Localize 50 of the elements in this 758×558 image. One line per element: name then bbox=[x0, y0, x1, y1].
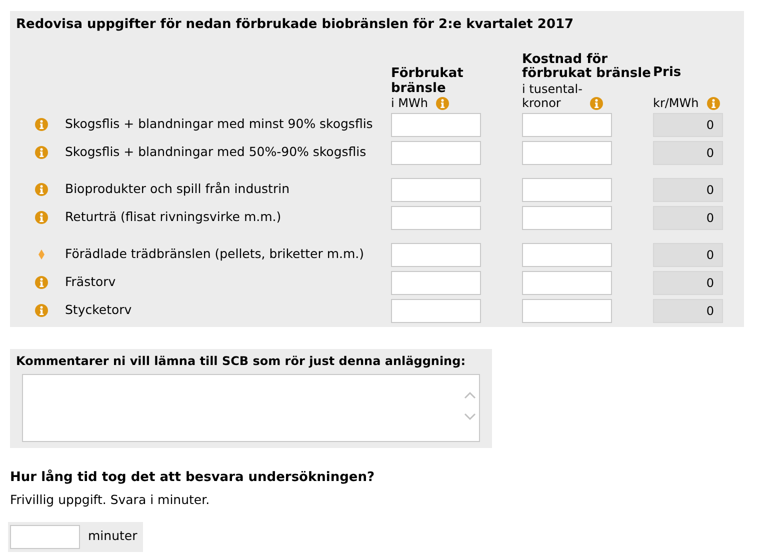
unit-label: i MWh bbox=[391, 96, 428, 110]
fuel-label: Frästorv bbox=[65, 273, 116, 292]
info-icon bbox=[35, 183, 48, 196]
cost-field[interactable] bbox=[522, 242, 612, 266]
info-icon bbox=[35, 211, 48, 224]
fuel-label: Skogsflis + blandningar med minst 90% skogsflis bbox=[65, 115, 373, 134]
unit-label: kr/MWh bbox=[653, 96, 699, 110]
minutes-field[interactable] bbox=[10, 524, 80, 549]
column-header: Förbrukat bränsle bbox=[391, 67, 464, 96]
amount-field[interactable] bbox=[391, 270, 481, 294]
cost-field[interactable] bbox=[522, 112, 612, 136]
column-header: Pris bbox=[653, 66, 682, 80]
fuel-label: Skogsflis + blandningar med 50%-90% skogsflis bbox=[65, 143, 366, 162]
price-field[interactable]: 0 bbox=[653, 178, 723, 202]
amount-field[interactable] bbox=[391, 298, 481, 322]
amount-field[interactable] bbox=[391, 140, 481, 164]
price-field[interactable]: 0 bbox=[653, 298, 723, 322]
info-icon bbox=[436, 96, 449, 110]
cost-field[interactable] bbox=[522, 270, 612, 294]
info-icon bbox=[35, 146, 48, 159]
comment-label: Kommentarer ni vill lämna till SCB som rör just denna anläggning: bbox=[16, 352, 466, 370]
price-field[interactable]: 0 bbox=[653, 140, 723, 164]
price-field[interactable]: 0 bbox=[653, 206, 723, 230]
unit-label: minuter bbox=[88, 527, 138, 546]
info-icon bbox=[35, 304, 48, 317]
amount-field[interactable] bbox=[391, 112, 481, 136]
info-icon bbox=[35, 118, 48, 131]
cost-field[interactable] bbox=[522, 178, 612, 202]
fuel-label: Förädlade trädbränslen (pellets, briketter m.m.) bbox=[65, 245, 364, 264]
amount-field[interactable] bbox=[391, 206, 481, 230]
unit-label: i tusental- kronor bbox=[522, 82, 582, 110]
info-icon bbox=[35, 276, 48, 289]
help-text: Frivillig uppgift. Svara i minuter. bbox=[10, 491, 211, 509]
price-field[interactable]: 0 bbox=[653, 270, 723, 294]
info-icon bbox=[590, 96, 604, 110]
fuel-label: Returträ (flisat rivningsvirke m.m.) bbox=[65, 208, 282, 226]
cost-field[interactable] bbox=[522, 206, 612, 230]
amount-field[interactable] bbox=[391, 178, 481, 202]
cost-field[interactable] bbox=[522, 140, 612, 164]
fuel-label: Bioprodukter och spill från industrin bbox=[65, 180, 290, 198]
info-icon bbox=[706, 96, 720, 110]
price-field[interactable]: 0 bbox=[653, 112, 723, 136]
price-field[interactable]: 0 bbox=[653, 242, 723, 266]
amount-field[interactable] bbox=[391, 242, 481, 266]
fuel-label: Stycketorv bbox=[65, 301, 132, 320]
section-title: Redovisa uppgifter för nedan förbrukade biobränslen för 2:e kvartalet 2017 bbox=[16, 16, 575, 34]
column-header: Kostnad för förbrukat bränsle bbox=[522, 52, 652, 82]
question-heading: Hur lång tid tog det att besvara undersökningen? bbox=[10, 468, 376, 486]
comment-field[interactable] bbox=[22, 374, 480, 442]
cost-field[interactable] bbox=[522, 298, 612, 322]
